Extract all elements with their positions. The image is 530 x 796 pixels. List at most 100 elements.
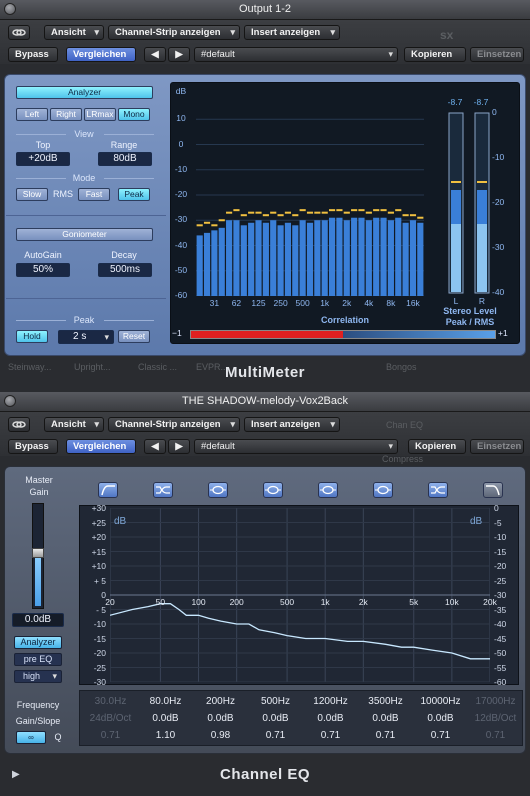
eq-right-tick: -20 [494, 561, 507, 571]
decay-field[interactable]: 500ms [98, 263, 152, 277]
high-shelf-icon[interactable] [428, 482, 448, 498]
mode-peak-button[interactable]: Peak [118, 188, 150, 201]
eq-band-gain-value[interactable]: 0.0dB [303, 713, 358, 724]
bypass-button[interactable]: Bypass [8, 439, 58, 454]
spectrum-bar [233, 220, 240, 296]
spectrum-bar [299, 220, 306, 296]
spectrum-peak-hold [270, 211, 277, 214]
link-icon[interactable] [8, 417, 30, 432]
reset-button[interactable]: Reset [118, 330, 150, 343]
insert-menu[interactable]: Insert anzeigen [244, 25, 340, 40]
eq-band-gain-value[interactable]: 0.0dB [358, 713, 413, 724]
high-cut-icon[interactable] [483, 482, 503, 498]
eq-band-gain-value[interactable]: 0.0dB [413, 713, 468, 724]
spectrum-chart [196, 118, 424, 296]
view-menu[interactable]: Ansicht [44, 25, 104, 40]
arrow-left-icon[interactable]: ◀ [144, 439, 166, 454]
hold-button[interactable]: Hold [16, 330, 48, 343]
preset-menu[interactable]: #default [194, 47, 398, 62]
analyzer-button[interactable]: Analyzer [14, 636, 62, 649]
spectrum-peak-hold [402, 214, 409, 217]
mode-fast-button[interactable]: Fast [78, 188, 110, 201]
eq-band-q-value[interactable]: 0.71 [248, 730, 303, 741]
bell-icon[interactable] [318, 482, 338, 498]
channel-strip-menu[interactable]: Channel-Strip anzeigen [108, 25, 240, 40]
resolution-select[interactable]: high [14, 670, 62, 683]
top-value-field[interactable]: +20dB [16, 152, 70, 166]
arrow-right-icon[interactable]: ▶ [168, 439, 190, 454]
bell-icon[interactable] [263, 482, 283, 498]
link-icon[interactable]: ∞ [16, 731, 46, 744]
eq-band-frequencie-value[interactable]: 80.0Hz [138, 696, 193, 707]
eq-band-q-value[interactable]: 0.71 [413, 730, 468, 741]
spectrum-peak-hold [196, 224, 203, 227]
hold-time-select[interactable]: 2 s [58, 330, 114, 344]
eq-band-gain-value[interactable]: 0.0dB [138, 713, 193, 724]
correlation-min-label: −1 [172, 328, 182, 338]
eq-band-gain-value[interactable]: 24dB/Oct [83, 713, 138, 724]
mode-rms-label: RMS [53, 189, 73, 199]
range-value-field[interactable]: 80dB [98, 152, 152, 166]
paste-button[interactable]: Einsetzen [470, 439, 524, 454]
eq-band-frequencie-value[interactable]: 1200Hz [303, 696, 358, 707]
eq-frequency-tick: 20k [483, 597, 497, 607]
bypass-button[interactable]: Bypass [8, 47, 58, 62]
eq-band-gain-value[interactable]: 0.0dB [248, 713, 303, 724]
spectrum-peak-hold [277, 214, 284, 217]
low-shelf-icon[interactable] [153, 482, 173, 498]
master-gain-value[interactable]: 0.0dB [12, 613, 64, 627]
correlation-label: Correlation [320, 315, 369, 325]
channel-mono-button[interactable]: Mono [118, 108, 150, 121]
goniometer-button[interactable]: Goniometer [16, 228, 153, 241]
view-menu[interactable]: Ansicht [44, 417, 104, 432]
background-ghost-text: Compress [382, 454, 424, 464]
eq-band-frequencie-value[interactable]: 500Hz [248, 696, 303, 707]
channel-strip-menu[interactable]: Channel-Strip anzeigen [108, 417, 240, 432]
channel-right-button[interactable]: Right [50, 108, 82, 121]
eq-band-frequencie-value[interactable]: 200Hz [193, 696, 248, 707]
eq-band-q-value[interactable]: 0.98 [193, 730, 248, 741]
eq-band-q-value[interactable]: 0.71 [83, 730, 138, 741]
link-icon[interactable] [8, 25, 30, 40]
arrow-right-icon[interactable]: ▶ [168, 47, 190, 62]
channel-lrmax-button[interactable]: LRmax [84, 108, 116, 121]
channel-eq-titlebar[interactable]: THE SHADOW-melody-Vox2Back [0, 392, 530, 412]
eq-band-frequencie-value[interactable]: 3500Hz [358, 696, 413, 707]
divider [16, 178, 66, 179]
copy-button[interactable]: Kopieren [404, 47, 466, 62]
eq-band-frequencie-value[interactable]: 30.0Hz [83, 696, 138, 707]
multimeter-titlebar[interactable]: Output 1-2 [0, 0, 530, 20]
eq-band-q-value[interactable]: 0.71 [358, 730, 413, 741]
autogain-field[interactable]: 50% [16, 263, 70, 277]
preset-menu[interactable]: #default [194, 439, 398, 454]
analyzer-button[interactable]: Analyzer [16, 86, 153, 99]
spectrum-x-tick: 8k [386, 298, 396, 308]
channel-left-button[interactable]: Left [16, 108, 48, 121]
copy-button[interactable]: Kopieren [408, 439, 466, 454]
low-cut-icon[interactable] [98, 482, 118, 498]
eq-band-gain-value[interactable]: 0.0dB [193, 713, 248, 724]
master-gain-handle[interactable] [32, 548, 44, 558]
master-gain-slider[interactable] [32, 503, 44, 609]
compare-button[interactable]: Vergleichen [66, 47, 136, 62]
spectrum-y-tick: -30 [174, 214, 188, 225]
insert-menu[interactable]: Insert anzeigen [244, 417, 340, 432]
mode-slow-button[interactable]: Slow [16, 188, 48, 201]
spectrum-x-tick: 125 [251, 298, 266, 308]
stereo-level-caption: Stereo Level [443, 306, 497, 316]
eq-band-frequencie-value[interactable]: 17000Hz [468, 696, 523, 707]
section-divider [6, 215, 166, 216]
bell-icon[interactable] [208, 482, 228, 498]
bell-icon[interactable] [373, 482, 393, 498]
eq-band-q-value[interactable]: 0.71 [303, 730, 358, 741]
arrow-left-icon[interactable]: ◀ [144, 47, 166, 62]
spectrum-peak-hold [233, 209, 240, 212]
pre-eq-button[interactable]: pre EQ [14, 653, 62, 666]
eq-right-tick: -5 [494, 517, 502, 528]
paste-button[interactable]: Einsetzen [470, 47, 524, 62]
eq-band-q-value[interactable]: 0.71 [468, 730, 523, 741]
eq-band-frequencie-value[interactable]: 10000Hz [413, 696, 468, 707]
compare-button[interactable]: Vergleichen [66, 439, 136, 454]
eq-band-q-value[interactable]: 1.10 [138, 730, 193, 741]
eq-band-gain-value[interactable]: 12dB/Oct [468, 713, 523, 724]
